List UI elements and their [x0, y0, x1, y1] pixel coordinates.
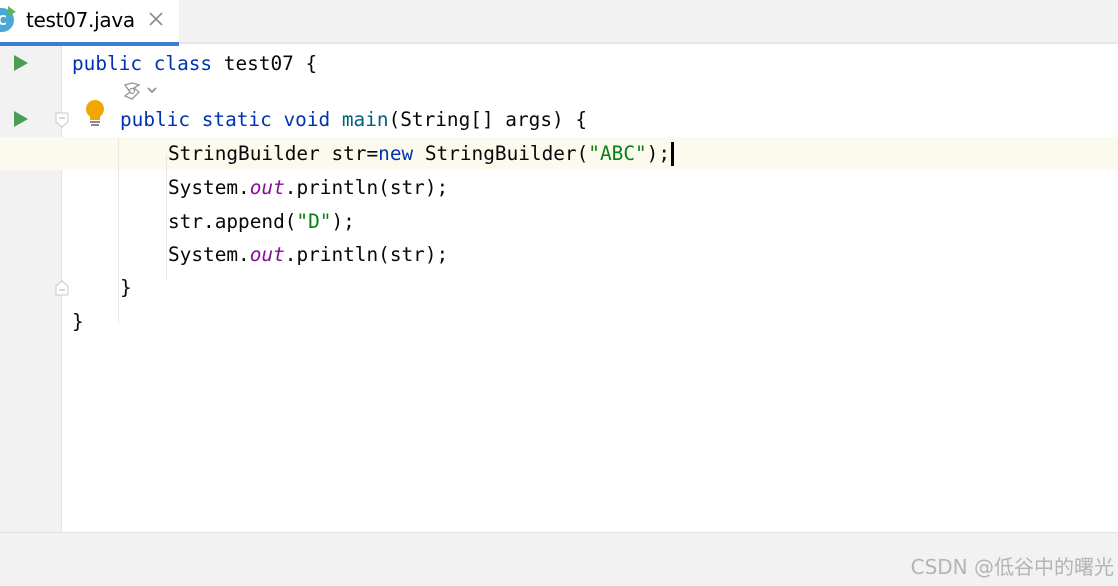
- static-field: out: [249, 176, 285, 199]
- code-text: System.: [168, 243, 250, 266]
- code-text: );: [646, 142, 671, 165]
- run-icon[interactable]: [12, 110, 30, 128]
- indent-guide: [166, 154, 167, 280]
- static-field: out: [249, 243, 285, 266]
- code-text: str.append(: [168, 210, 297, 233]
- code-line-5[interactable]: str.append("D");: [168, 210, 355, 234]
- method-name: main: [341, 108, 389, 131]
- bottom-bar: CSDN @低谷中的曙光: [0, 532, 1118, 586]
- code-line-8[interactable]: }: [72, 310, 84, 334]
- code-line-3[interactable]: StringBuilder str=new StringBuilder("ABC…: [168, 142, 675, 166]
- keyword: public: [72, 52, 143, 75]
- string-literal: "ABC": [588, 142, 647, 165]
- code-text: StringBuilder str=: [168, 142, 379, 165]
- lightbulb-icon[interactable]: [83, 99, 107, 129]
- code-line-1[interactable]: public class test07 {: [72, 52, 317, 76]
- code-text: );: [331, 210, 355, 233]
- code-editor[interactable]: public class test07 { public static void…: [62, 46, 1118, 532]
- code-line-4[interactable]: System.out.println(str);: [168, 176, 448, 200]
- keyword: public: [120, 108, 191, 131]
- run-icon[interactable]: [12, 54, 30, 72]
- code-text: StringBuilder(: [413, 142, 589, 165]
- keyword: static: [201, 108, 272, 131]
- code-text: .println(str);: [284, 243, 449, 266]
- code-line-6[interactable]: System.out.println(str);: [168, 243, 448, 267]
- code-text: .println(str);: [284, 176, 449, 199]
- tab-test07-java[interactable]: C test07.java: [0, 0, 179, 46]
- method-signature: (String[] args) {: [388, 108, 588, 131]
- keyword: new: [378, 142, 414, 165]
- svg-text:C: C: [0, 14, 7, 29]
- editor-gutter: [0, 46, 62, 532]
- text-caret: [671, 142, 675, 166]
- code-line-2[interactable]: public static void main(String[] args) {: [120, 108, 587, 132]
- class-name: test07 {: [212, 52, 318, 75]
- editor-tab-bar: C test07.java: [0, 0, 1118, 46]
- tab-title: test07.java: [26, 8, 135, 32]
- close-icon[interactable]: [146, 9, 166, 29]
- keyword: void: [283, 108, 331, 131]
- string-literal: "D": [296, 210, 332, 233]
- code-line-7[interactable]: }: [120, 276, 132, 300]
- keyword: class: [153, 52, 213, 75]
- java-class-icon: C: [0, 6, 16, 32]
- code-text: System.: [168, 176, 250, 199]
- watermark: CSDN @低谷中的曙光: [910, 555, 1114, 579]
- indent-guide: [118, 138, 119, 323]
- code-vision-icon[interactable]: [122, 80, 160, 102]
